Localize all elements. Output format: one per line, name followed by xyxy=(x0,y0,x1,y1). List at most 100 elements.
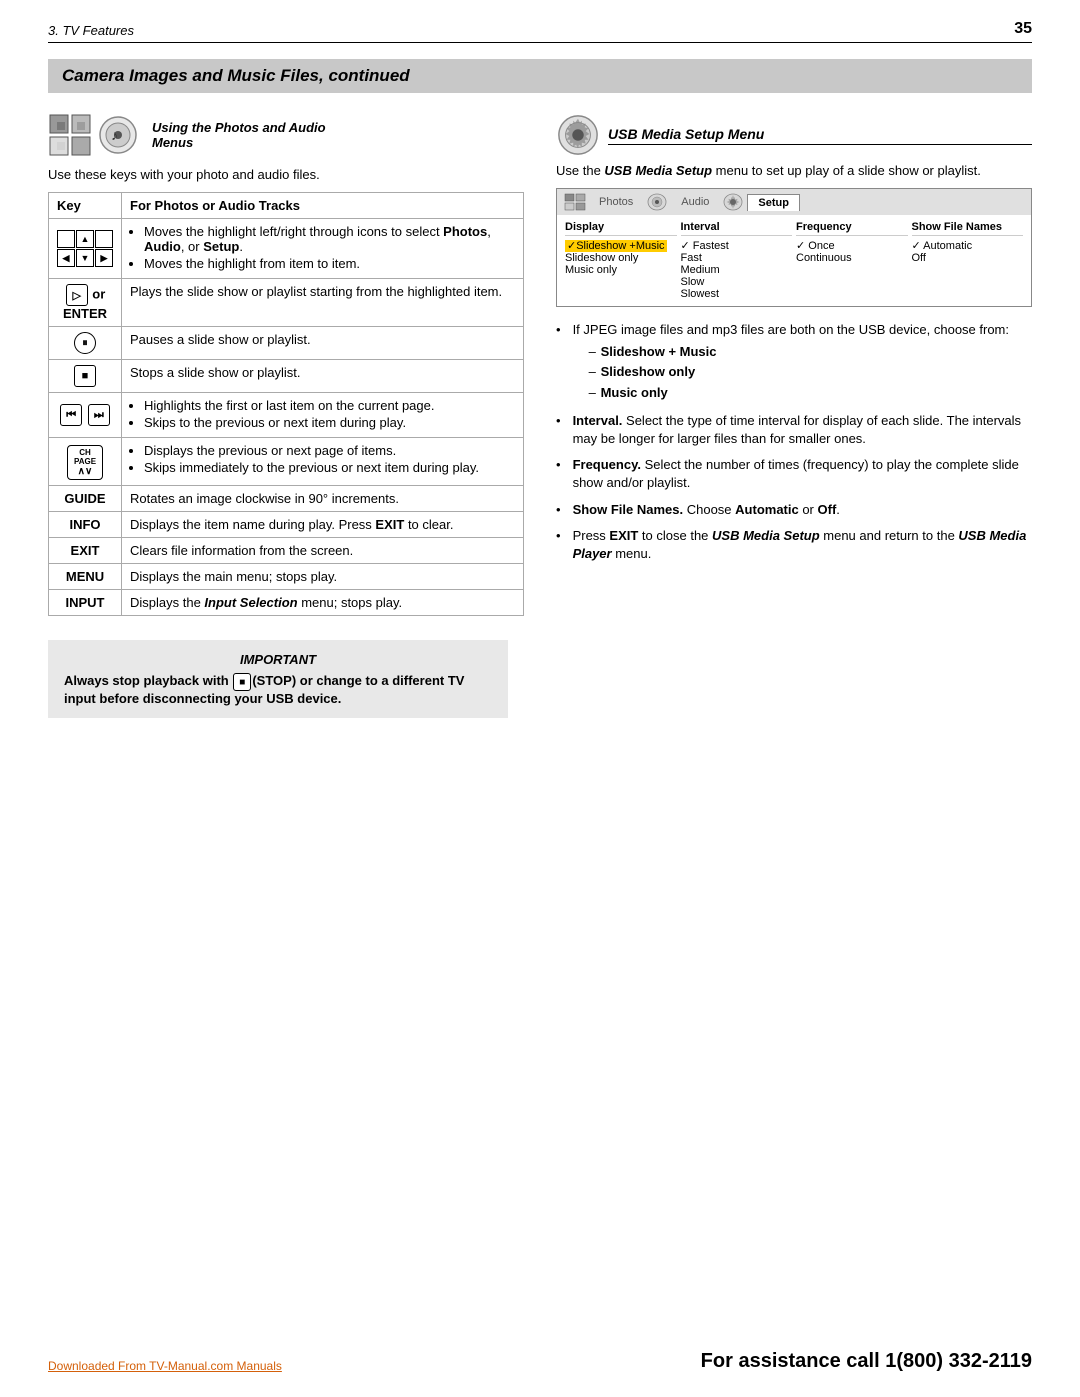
usb-tab-photos-icon xyxy=(563,192,587,212)
header-page-number: 35 xyxy=(1014,20,1032,38)
key-desc-rewindff: Highlights the first or last item on the… xyxy=(122,393,524,438)
key-desc-play: Plays the slide show or playlist startin… xyxy=(122,279,524,327)
sub-list-1: Slideshow + Music Slideshow only Music o… xyxy=(573,343,1009,402)
key-cell-play: ▷ orENTER xyxy=(49,279,122,327)
usb-setup-body: Display ✓Slideshow +Music Slideshow only… xyxy=(557,215,1031,306)
right-column: USB Media Setup Menu Use the USB Media S… xyxy=(556,113,1032,718)
rewindff-desc-2: Skips to the previous or next item durin… xyxy=(144,415,515,430)
footer-link[interactable]: Downloaded From TV-Manual.com Manuals xyxy=(48,1359,282,1373)
important-box: IMPORTANT Always stop playback with ■(ST… xyxy=(48,640,508,718)
table-row: ⏮ ⏭ Highlights the first or last item on… xyxy=(49,393,524,438)
usb-col-frequency-header: Frequency xyxy=(796,221,908,236)
bullet-item-3: Frequency. Select the number of times (f… xyxy=(556,456,1032,492)
key-cell-input: INPUT xyxy=(49,590,122,616)
table-row: INFO Displays the item name during play.… xyxy=(49,512,524,538)
page-header: 3. TV Features 35 xyxy=(48,20,1032,43)
key-cell-stop: ■ xyxy=(49,360,122,393)
key-desc-arrows: Moves the highlight left/right through i… xyxy=(122,219,524,279)
arrow-left: ◀ xyxy=(57,249,75,267)
key-desc-input: Displays the Input Selection menu; stops… xyxy=(122,590,524,616)
usb-setup-icon xyxy=(556,113,600,157)
usb-filenames-automatic: ✓ Automatic xyxy=(912,239,1024,252)
stop-key-inline: ■ xyxy=(233,673,251,691)
key-cell-guide: GUIDE xyxy=(49,486,122,512)
bullet-item-1: If JPEG image files and mp3 files are bo… xyxy=(556,321,1032,404)
key-desc-pause: Pauses a slide show or playlist. xyxy=(122,327,524,360)
table-row: GUIDE Rotates an image clockwise in 90° … xyxy=(49,486,524,512)
arrow-up-right xyxy=(95,230,113,248)
table-row: INPUT Displays the Input Selection menu;… xyxy=(49,590,524,616)
usb-interval-medium: Medium xyxy=(681,264,793,276)
important-text: Always stop playback with ■(STOP) or cha… xyxy=(64,673,492,706)
key-cell-pause: ⏸ xyxy=(49,327,122,360)
table-row: ⏸ Pauses a slide show or playlist. xyxy=(49,327,524,360)
bullet-content-5: Press EXIT to close the USB Media Setup … xyxy=(573,527,1032,563)
sub-item-music-only: Music only xyxy=(589,384,1009,402)
usb-setup-screenshot: Photos Audio xyxy=(556,188,1032,307)
section-title: Camera Images and Music Files, continued xyxy=(62,66,1018,86)
page-footer: Downloaded From TV-Manual.com Manuals Fo… xyxy=(48,1350,1032,1373)
key-cell-exit: EXIT xyxy=(49,538,122,564)
sub-item-slideshow-only: Slideshow only xyxy=(589,363,1009,381)
usb-display-option-3: Music only xyxy=(565,264,677,276)
usb-col-interval: Interval ✓ Fastest Fast Medium Slow Slow… xyxy=(681,221,793,300)
left-intro-text: Use these keys with your photo and audio… xyxy=(48,167,524,182)
bullet-content-3: Frequency. Select the number of times (f… xyxy=(573,456,1032,492)
icon-label-line2: Menus xyxy=(152,135,326,150)
usb-display-option-2: Slideshow only xyxy=(565,252,677,264)
key-cell-menu: MENU xyxy=(49,564,122,590)
usb-filenames-off: Off xyxy=(912,252,1024,264)
right-intro: Use the USB Media Setup menu to set up p… xyxy=(556,163,1032,178)
key-desc-info: Displays the item name during play. Pres… xyxy=(122,512,524,538)
section-title-bar: Camera Images and Music Files, continued xyxy=(48,59,1032,93)
ch-page-icon: CH PAGE ∧ ∨ xyxy=(67,445,103,480)
chpage-desc-2: Skips immediately to the previous or nex… xyxy=(144,460,515,475)
key-cell-chpage: CH PAGE ∧ ∨ xyxy=(49,438,122,486)
key-desc-exit: Clears file information from the screen. xyxy=(122,538,524,564)
key-cell-arrows: ▲ ◀ ▼ ▶ xyxy=(49,219,122,279)
bullet-content-1: If JPEG image files and mp3 files are bo… xyxy=(573,321,1009,404)
usb-col-showfilenames-header: Show File Names xyxy=(912,221,1024,236)
usb-col-frequency: Frequency ✓ Once Continuous xyxy=(796,221,908,300)
arrow-desc-1: Moves the highlight left/right through i… xyxy=(144,224,515,254)
key-cell-info: INFO xyxy=(49,512,122,538)
two-col-layout: ♪ Using the Photos and Audio Menus Use t… xyxy=(48,113,1032,718)
usb-tab-audio: Audio xyxy=(671,194,719,210)
usb-interval-fastest: ✓ Fastest xyxy=(681,239,793,252)
footer-help-text: For assistance call 1(800) 332-2119 xyxy=(701,1350,1032,1373)
usb-tab-audio-icon xyxy=(645,192,669,212)
bullet-content-4: Show File Names. Choose Automatic or Off… xyxy=(573,501,840,519)
stop-icon: ■ xyxy=(74,365,96,387)
table-row: ■ Stops a slide show or playlist. xyxy=(49,360,524,393)
usb-interval-fast: Fast xyxy=(681,252,793,264)
table-row: CH PAGE ∧ ∨ Displays the previous or nex… xyxy=(49,438,524,486)
arrow-up xyxy=(57,230,75,248)
bullet-content-2: Interval. Select the type of time interv… xyxy=(573,412,1032,448)
usb-col-display: Display ✓Slideshow +Music Slideshow only… xyxy=(565,221,677,300)
using-photos-audio-label: Using the Photos and Audio Menus xyxy=(152,120,326,150)
arrow-down: ▼ xyxy=(76,249,94,267)
key-desc-chpage: Displays the previous or next page of it… xyxy=(122,438,524,486)
play-icon: ▷ xyxy=(66,284,88,306)
left-column: ♪ Using the Photos and Audio Menus Use t… xyxy=(48,113,524,718)
svg-text:♪: ♪ xyxy=(111,127,118,143)
usb-display-option-1: ✓Slideshow +Music xyxy=(565,239,677,252)
usb-col-showfilenames: Show File Names ✓ Automatic Off xyxy=(912,221,1024,300)
usb-setup-label: USB Media Setup Menu xyxy=(608,126,1032,145)
usb-freq-once: ✓ Once xyxy=(796,239,908,252)
usb-interval-slowest: Slowest xyxy=(681,288,793,300)
usb-setup-columns: Display ✓Slideshow +Music Slideshow only… xyxy=(565,221,1023,300)
usb-tab-setup: Setup xyxy=(747,194,800,211)
usb-icon-row: USB Media Setup Menu xyxy=(556,113,1032,157)
key-cell-rewindff: ⏮ ⏭ xyxy=(49,393,122,438)
arrow-up-center: ▲ xyxy=(76,230,94,248)
key-table: Key For Photos or Audio Tracks ▲ ◀ xyxy=(48,192,524,616)
table-row: MENU Displays the main menu; stops play. xyxy=(49,564,524,590)
right-bullet-list: If JPEG image files and mp3 files are bo… xyxy=(556,321,1032,563)
header-title: 3. TV Features xyxy=(48,23,134,38)
bullet-item-2: Interval. Select the type of time interv… xyxy=(556,412,1032,448)
rewindff-desc-1: Highlights the first or last item on the… xyxy=(144,398,515,413)
rewind-icon: ⏮ xyxy=(60,404,82,426)
pause-icon: ⏸ xyxy=(74,332,96,354)
chpage-desc-1: Displays the previous or next page of it… xyxy=(144,443,515,458)
